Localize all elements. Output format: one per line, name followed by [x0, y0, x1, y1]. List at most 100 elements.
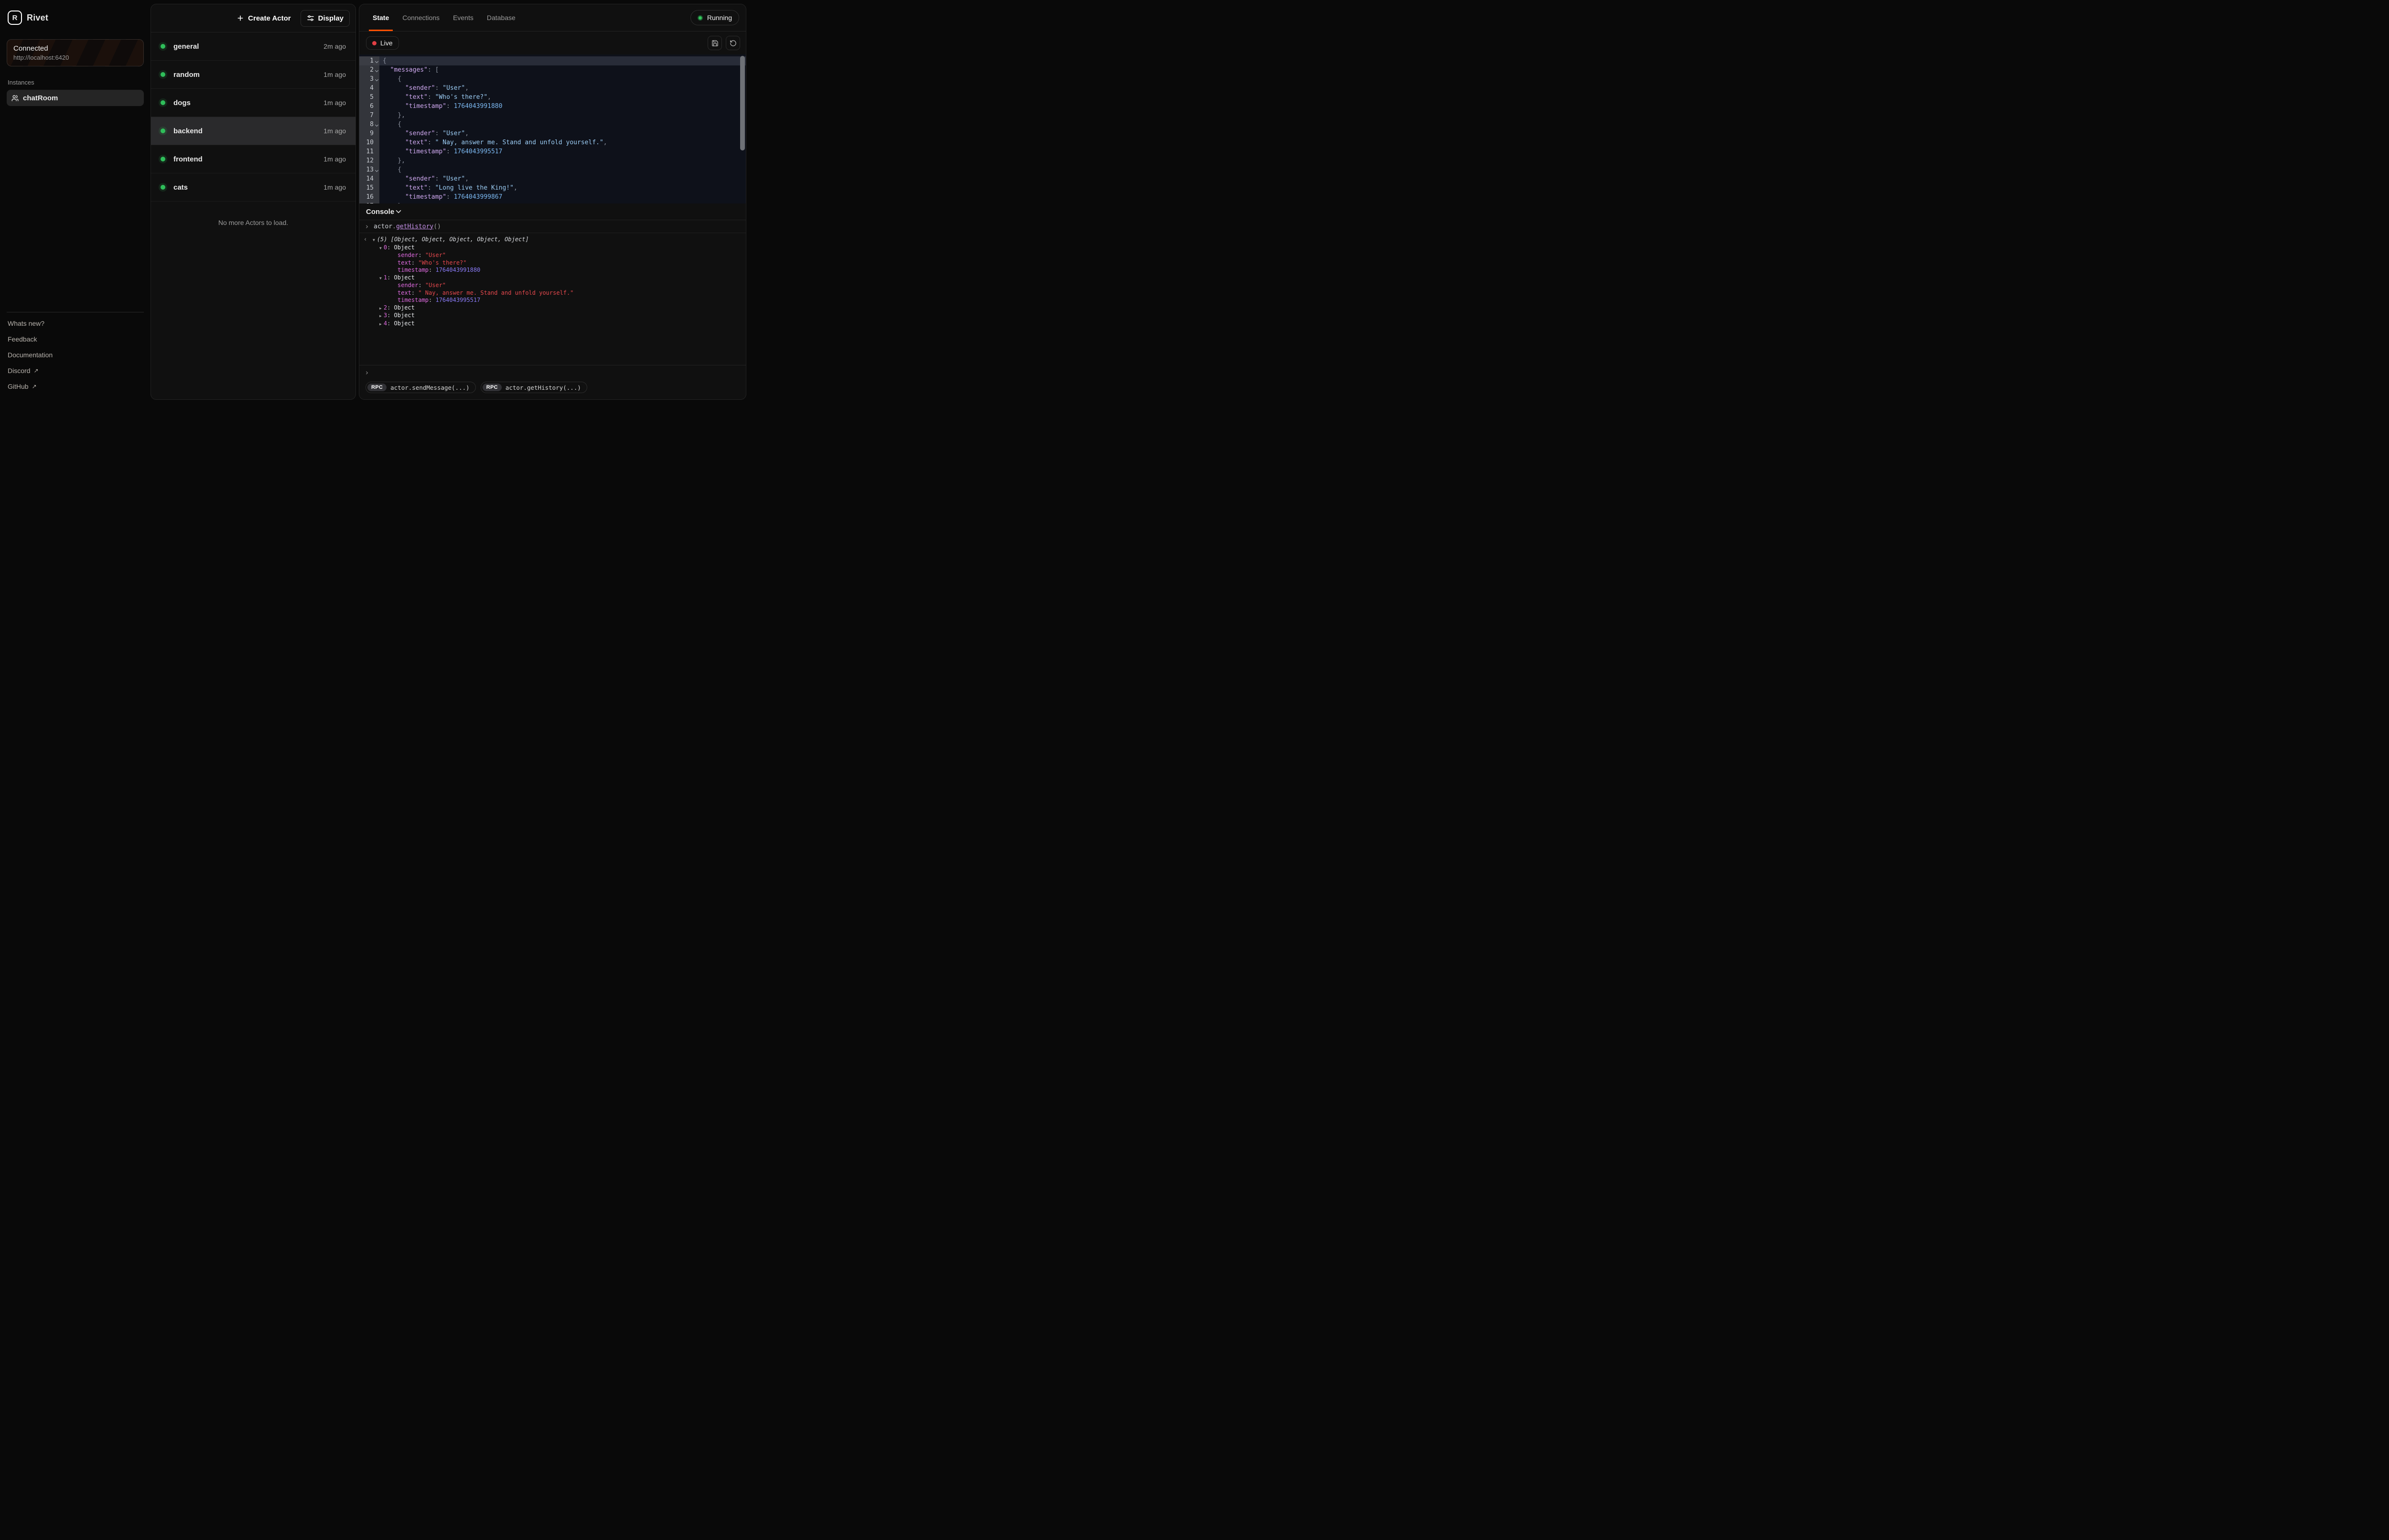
line-number: 5	[359, 93, 379, 102]
rpc-suggestions: RPCactor.sendMessage(...) RPCactor.getHis…	[359, 380, 746, 399]
tab-database[interactable]: Database	[483, 4, 519, 31]
expand-open-icon[interactable]: ▼	[379, 275, 384, 282]
console-row: timestamp: 1764043995517	[364, 297, 741, 304]
line-number: 16	[359, 192, 379, 202]
code-content: },	[379, 111, 746, 120]
link-label: Discord	[8, 367, 30, 374]
console-title: Console	[366, 208, 394, 216]
line-number: 12	[359, 156, 379, 165]
sidebar-link-documentation[interactable]: Documentation	[7, 349, 144, 361]
console-output: ‹▼(5) [Object, Object, Object, Object, O…	[359, 233, 746, 365]
instance-name: chatRoom	[23, 94, 58, 102]
line-number: 17	[359, 202, 379, 203]
editor-line: 7 },	[359, 111, 746, 120]
code-content: "sender": "User",	[379, 84, 746, 93]
external-link-icon: ↗	[32, 383, 37, 390]
actor-row[interactable]: general2m ago	[151, 32, 355, 61]
actor-row[interactable]: dogs1m ago	[151, 89, 355, 117]
expand-open-icon[interactable]: ▼	[379, 245, 384, 252]
state-json-editor[interactable]: 1{2 "messages": [3 {4 "sender": "User",5…	[359, 54, 746, 203]
console-row: ‹▼(5) [Object, Object, Object, Object, O…	[364, 236, 741, 244]
status-dot-icon	[161, 44, 165, 49]
editor-line: 6 "timestamp": 1764043991880	[359, 102, 746, 111]
actor-row[interactable]: cats1m ago	[151, 173, 355, 202]
console-row: timestamp: 1764043991880	[364, 267, 741, 274]
connection-card[interactable]: Connected http://localhost:6420	[7, 39, 144, 66]
live-badge[interactable]: Live	[366, 36, 399, 50]
console-history-entry[interactable]: › actor.getHistory()	[359, 220, 746, 233]
fold-chevron-icon[interactable]	[375, 60, 378, 63]
editor-line: 10 "text": " Nay, answer me. Stand and u…	[359, 138, 746, 147]
console-input-row[interactable]: ›	[359, 365, 746, 380]
line-number: 6	[359, 102, 379, 111]
editor-line: 5 "text": "Who's there?",	[359, 93, 746, 102]
editor-line: 15 "text": "Long live the King!",	[359, 183, 746, 192]
code-content: "messages": [	[379, 65, 746, 75]
tab-state[interactable]: State	[369, 4, 393, 31]
expand-closed-icon[interactable]: ▶	[379, 321, 384, 328]
state-toolbar: Live	[359, 32, 746, 54]
console-row: ▼0: Object	[364, 244, 741, 252]
editor-line: 14 "sender": "User",	[359, 174, 746, 183]
editor-line: 8 {	[359, 120, 746, 129]
code-content: },	[379, 202, 746, 203]
console-header[interactable]: Console	[359, 203, 746, 220]
save-icon	[711, 40, 719, 47]
rpc-method-label: actor.sendMessage(...)	[390, 384, 470, 391]
line-number: 9	[359, 129, 379, 138]
brand-logo[interactable]: R Rivet	[7, 7, 144, 29]
actor-row[interactable]: backend1m ago	[151, 117, 355, 145]
fold-chevron-icon[interactable]	[375, 69, 378, 72]
tab-connections[interactable]: Connections	[398, 4, 443, 31]
chevron-down-icon[interactable]	[394, 207, 403, 216]
prompt-chevron-icon: ›	[366, 368, 368, 377]
code-content: "text": "Who's there?",	[379, 93, 746, 102]
actor-name: cats	[173, 183, 188, 192]
fold-chevron-icon[interactable]	[375, 78, 378, 81]
connection-url: http://localhost:6420	[13, 54, 137, 61]
status-dot-icon	[161, 100, 165, 105]
rivet-logo-icon: R	[8, 11, 22, 25]
actor-name: random	[173, 71, 200, 79]
actor-last-active: 2m ago	[323, 43, 346, 50]
sidebar-link-github[interactable]: GitHub↗	[7, 380, 144, 393]
link-label: Documentation	[8, 351, 53, 359]
sidebar-link-feedback[interactable]: Feedback	[7, 333, 144, 345]
actor-row[interactable]: random 1m ago	[151, 61, 355, 89]
line-number: 10	[359, 138, 379, 147]
console-row: ▶3: Object	[364, 312, 741, 320]
sliders-icon	[307, 14, 314, 22]
editor-line: 4 "sender": "User",	[359, 84, 746, 93]
expand-open-icon[interactable]: ▼	[373, 236, 377, 244]
code-content: },	[379, 156, 746, 165]
rpc-badge: RPC	[367, 384, 387, 391]
sidebar-item-instance[interactable]: chatRoom	[7, 90, 144, 106]
sidebar-link-discord[interactable]: Discord↗	[7, 364, 144, 377]
code-content: "timestamp": 1764043995517	[379, 147, 746, 156]
sidebar-footer-links: Whats new?FeedbackDocumentationDiscord↗G…	[7, 317, 144, 396]
display-button[interactable]: Display	[301, 10, 350, 27]
tab-events[interactable]: Events	[449, 4, 477, 31]
line-number: 11	[359, 147, 379, 156]
external-link-icon: ↗	[33, 367, 38, 374]
fold-chevron-icon[interactable]	[375, 169, 378, 172]
actor-row[interactable]: frontend1m ago	[151, 145, 355, 173]
save-button[interactable]	[708, 36, 722, 50]
expand-closed-icon[interactable]: ▶	[379, 312, 384, 320]
undo-button[interactable]	[726, 36, 740, 50]
code-content: "text": " Nay, answer me. Stand and unfo…	[379, 138, 746, 147]
sidebar-link-whats-new-[interactable]: Whats new?	[7, 317, 144, 330]
rpc-suggestion-button[interactable]: RPCactor.getHistory(...)	[481, 382, 587, 393]
actor-name: backend	[173, 127, 203, 135]
inspector-panel: StateConnectionsEventsDatabase Running L…	[359, 4, 746, 400]
actor-last-active: 1m ago	[323, 71, 346, 78]
fold-chevron-icon[interactable]	[375, 123, 378, 127]
create-actor-button[interactable]: Create Actor	[232, 11, 295, 26]
expand-closed-icon[interactable]: ▶	[379, 305, 384, 312]
editor-scrollbar-thumb[interactable]	[740, 56, 745, 150]
actor-last-active: 1m ago	[323, 99, 346, 107]
rpc-suggestion-button[interactable]: RPCactor.sendMessage(...)	[366, 382, 476, 393]
line-number: 1	[359, 56, 379, 65]
console-row: sender: "User"	[364, 252, 741, 259]
status-dot-icon	[161, 185, 165, 190]
